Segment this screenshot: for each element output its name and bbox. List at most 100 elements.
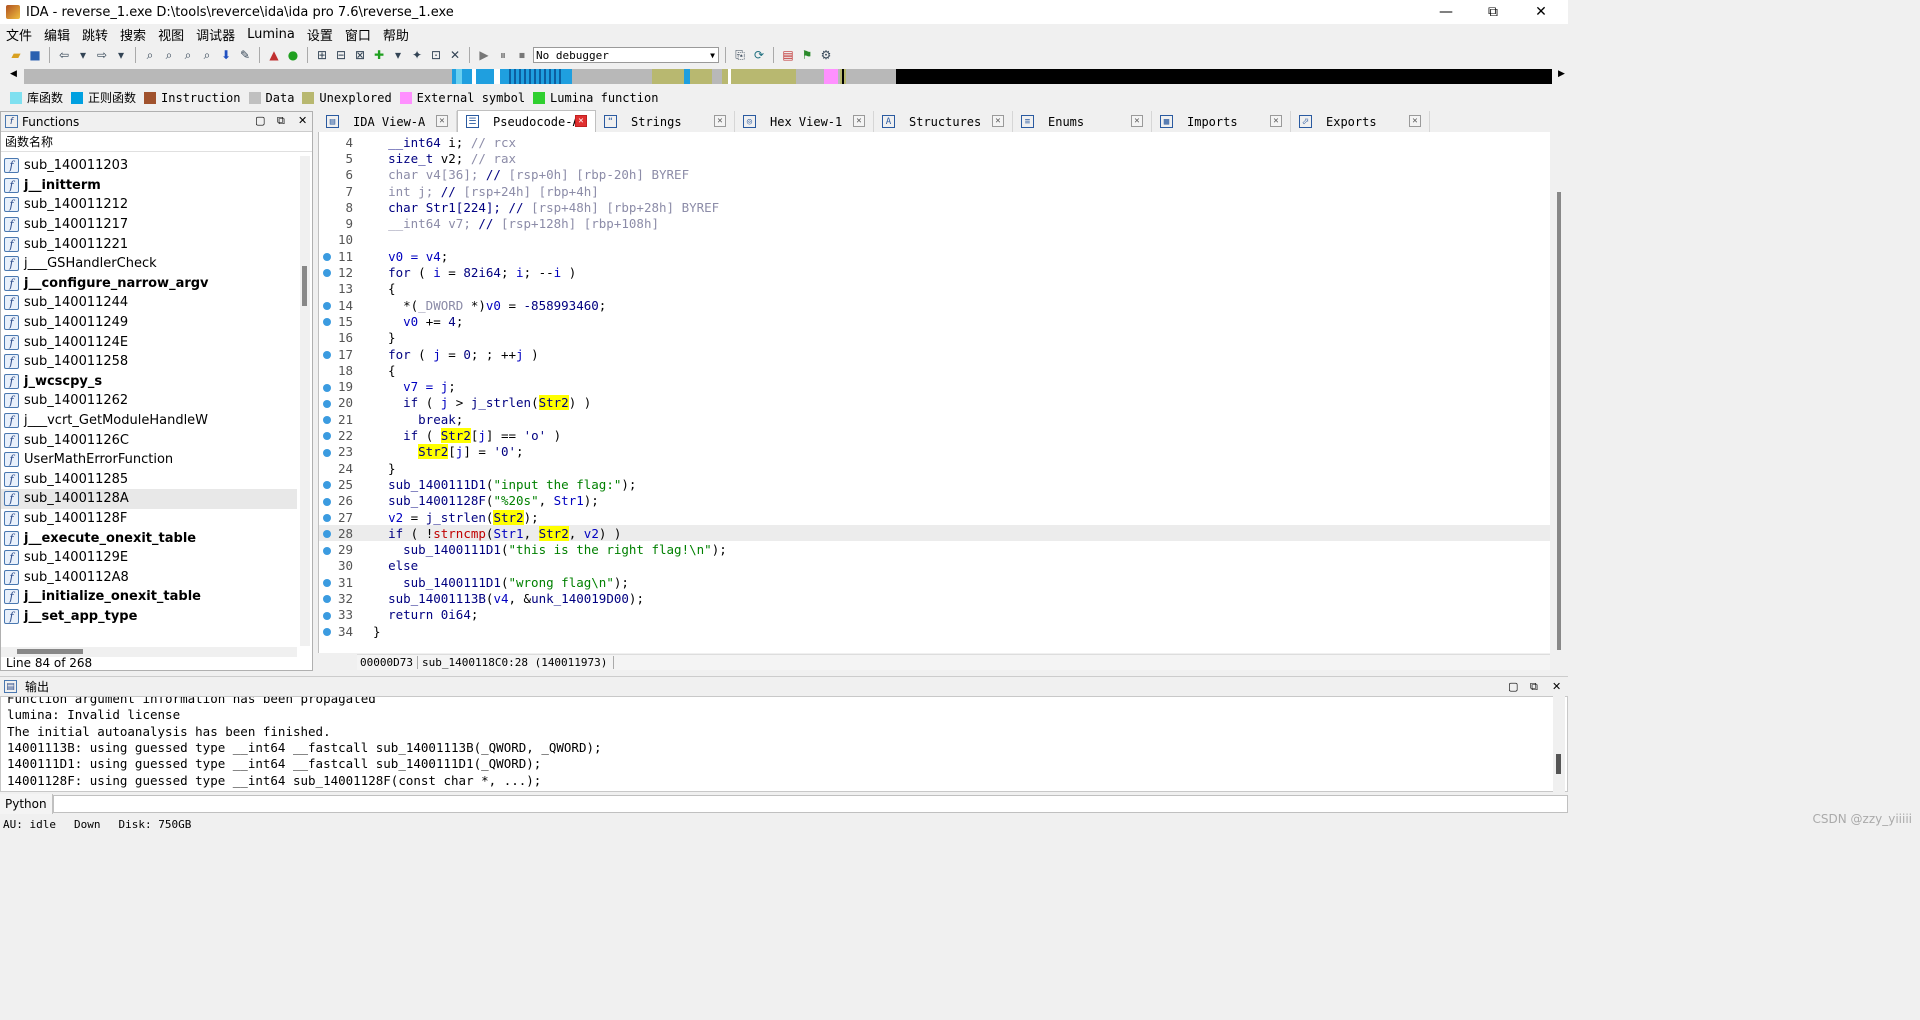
breakpoint-dot-icon[interactable]: [323, 579, 331, 588]
function-list-item[interactable]: f sub_140011249: [1, 313, 297, 333]
breakpoint-dot-icon[interactable]: [323, 497, 331, 506]
scrollbar-thumb[interactable]: [1556, 754, 1561, 774]
breakpoint-dot-icon[interactable]: [323, 530, 331, 539]
code-line[interactable]: 28 if ( !strncmp(Str1, Str2, v2) ): [319, 525, 1550, 542]
pane-restore-icon[interactable]: ▢: [255, 114, 265, 127]
menu-search[interactable]: 搜索: [114, 25, 152, 44]
function-list-item[interactable]: f sub_140011221: [1, 234, 297, 254]
start-debug-icon[interactable]: ▶: [476, 47, 492, 63]
code-line[interactable]: 21 break;: [319, 411, 1550, 427]
tab-close-icon[interactable]: ✕: [992, 115, 1004, 127]
code-line[interactable]: 15 v0 += 4;: [319, 313, 1550, 329]
scrollbar-thumb[interactable]: [302, 266, 307, 306]
code-line[interactable]: 9 __int64 v7; // [rsp+128h] [rbp+108h]: [319, 216, 1550, 232]
make-data-icon[interactable]: ⊟: [333, 47, 349, 63]
code-line[interactable]: 27 v2 = j_strlen(Str2);: [319, 509, 1550, 525]
function-list-item[interactable]: f UserMathErrorFunction: [1, 450, 297, 470]
breakpoint-dot-icon[interactable]: [323, 399, 331, 408]
tab-close-icon[interactable]: ✕: [853, 115, 865, 127]
stop-debug-icon[interactable]: ⏹: [514, 47, 530, 63]
pane-close-icon[interactable]: ✕: [298, 114, 307, 127]
search-next-icon[interactable]: ⌕: [199, 47, 215, 63]
menu-jump[interactable]: 跳转: [76, 25, 114, 44]
code-line[interactable]: 16 }: [319, 330, 1550, 346]
function-list-item[interactable]: f j__execute_onexit_table: [1, 528, 297, 548]
functions-vertical-scrollbar[interactable]: [300, 156, 310, 646]
tab-close-icon[interactable]: ✕: [1409, 115, 1421, 127]
function-list-item[interactable]: f j__set_app_type: [1, 607, 297, 627]
function-list-item[interactable]: f j___vcrt_GetModuleHandleW: [1, 411, 297, 431]
code-line[interactable]: 12 for ( i = 82i64; i; --i ): [319, 264, 1550, 280]
maximize-button[interactable]: ⧉: [1470, 0, 1516, 24]
pseudocode-scrollbar[interactable]: [1552, 132, 1566, 653]
output-scrollbar[interactable]: [1553, 696, 1565, 792]
struct-icon[interactable]: ⊡: [428, 47, 444, 63]
mark-icon[interactable]: ✎: [237, 47, 253, 63]
function-list-item[interactable]: f sub_140011212: [1, 195, 297, 215]
refresh-icon[interactable]: ⟳: [751, 47, 767, 63]
breakpoint-dot-icon[interactable]: [323, 432, 331, 441]
tab-pseudocode-a[interactable]: ☰ Pseudocode-A ✕: [457, 110, 596, 132]
breakpoint-dot-icon[interactable]: [323, 546, 331, 555]
save-icon[interactable]: ■: [27, 47, 43, 63]
tab-hex-view-1[interactable]: ◎ Hex View-1 ✕: [735, 111, 874, 132]
code-line[interactable]: 19 v7 = j;: [319, 379, 1550, 395]
code-line[interactable]: 26 sub_14001128F("%20s", Str1);: [319, 493, 1550, 509]
code-line[interactable]: 24 }: [319, 460, 1550, 476]
jump-down-icon[interactable]: ⬇: [218, 47, 234, 63]
function-list-item[interactable]: f sub_140011203: [1, 156, 297, 176]
tools-icon[interactable]: ⚙: [818, 47, 834, 63]
add-icon[interactable]: ✚: [371, 47, 387, 63]
nav-right-icon[interactable]: ▶: [1558, 69, 1565, 79]
function-list-item[interactable]: f sub_14001128A: [1, 489, 297, 509]
breakpoint-dot-icon[interactable]: [323, 416, 331, 425]
code-line[interactable]: 20 if ( j > j_strlen(Str2) ): [319, 395, 1550, 411]
breakpoint-dot-icon[interactable]: [323, 302, 331, 310]
patch-icon[interactable]: ✦: [409, 47, 425, 63]
function-list-item[interactable]: f sub_1400112A8: [1, 567, 297, 587]
menu-options[interactable]: 设置: [301, 25, 339, 44]
menu-help[interactable]: 帮助: [377, 25, 415, 44]
graph-icon[interactable]: ▲: [266, 47, 282, 63]
back-icon[interactable]: ⇦: [56, 47, 72, 63]
python-language-button[interactable]: Python: [0, 794, 53, 814]
code-line[interactable]: 25 sub_1400111D1("input the flag:");: [319, 476, 1550, 492]
menu-debugger[interactable]: 调试器: [190, 25, 241, 44]
function-list-item[interactable]: f j__initialize_onexit_table: [1, 587, 297, 607]
breakpoint-list-icon[interactable]: ▤: [780, 47, 796, 63]
breakpoint-dot-icon[interactable]: [323, 253, 331, 262]
code-line[interactable]: 13 {: [319, 281, 1550, 297]
breakpoint-dot-icon[interactable]: [323, 595, 331, 604]
tab-exports[interactable]: ⬀ Exports ✕: [1291, 111, 1430, 132]
attach-icon[interactable]: ⎘: [732, 47, 748, 63]
function-list-item[interactable]: f sub_140011244: [1, 293, 297, 313]
function-list-item[interactable]: f sub_14001124E: [1, 332, 297, 352]
breakpoint-dot-icon[interactable]: [323, 383, 331, 392]
function-list-item[interactable]: f sub_140011285: [1, 470, 297, 490]
code-line[interactable]: 8 char Str1[224]; // [rsp+48h] [rbp+28h]…: [319, 199, 1550, 215]
open-folder-icon[interactable]: ▰: [8, 47, 24, 63]
tab-enums[interactable]: ≡ Enums ✕: [1013, 111, 1152, 132]
code-line[interactable]: 14 *(_DWORD *)v0 = -858993460;: [319, 297, 1550, 313]
pane-restore-icon[interactable]: ▢: [1508, 680, 1518, 693]
menu-file[interactable]: 文件: [0, 25, 38, 44]
tab-close-icon[interactable]: ✕: [436, 115, 448, 127]
green-circle-icon[interactable]: ●: [285, 47, 301, 63]
code-line[interactable]: 23 Str2[j] = '0';: [319, 444, 1550, 460]
function-list-item[interactable]: f sub_140011217: [1, 215, 297, 235]
menu-view[interactable]: 视图: [152, 25, 190, 44]
menu-lumina[interactable]: Lumina: [241, 27, 301, 42]
breakpoint-dot-icon[interactable]: [323, 350, 331, 359]
functions-column-header[interactable]: 函数名称: [1, 132, 312, 152]
search-immediate-icon[interactable]: ⌕: [180, 47, 196, 63]
forward-dropdown-icon[interactable]: ▾: [113, 47, 129, 63]
function-list-item[interactable]: f j___GSHandlerCheck: [1, 254, 297, 274]
minimize-button[interactable]: —: [1423, 0, 1469, 24]
debugger-select[interactable]: No debugger ▼: [533, 47, 719, 63]
function-list-item[interactable]: f sub_14001126C: [1, 430, 297, 450]
nav-left-icon[interactable]: ◀: [10, 69, 17, 79]
code-line[interactable]: 5 size_t v2; // rax: [319, 150, 1550, 166]
pane-float-icon[interactable]: ⧉: [1530, 680, 1538, 694]
plugin-icon[interactable]: ⚑: [799, 47, 815, 63]
scrollbar-thumb[interactable]: [17, 649, 83, 654]
